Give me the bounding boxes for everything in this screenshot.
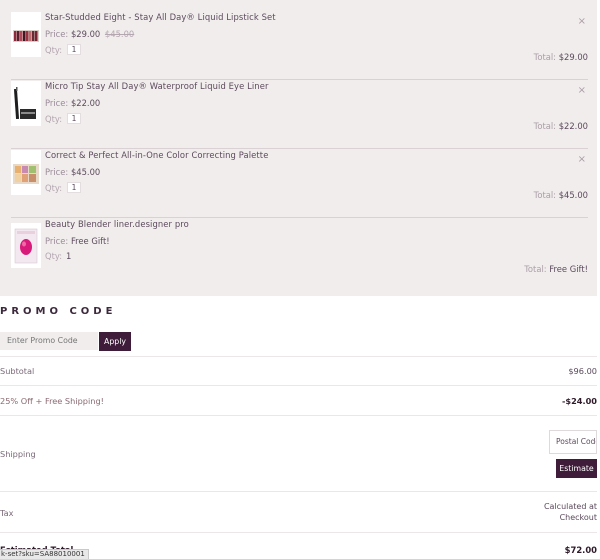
total-label: Total: xyxy=(524,264,547,274)
price-value: $29.00 xyxy=(70,29,101,39)
postal-code-input[interactable]: Postal Code xyxy=(549,430,597,454)
subtotal-label: Subtotal xyxy=(0,366,35,376)
promo-code-heading: PROMO CODE xyxy=(0,306,117,317)
tax-value-line: Calculated at xyxy=(543,502,597,511)
remove-item-button[interactable]: × xyxy=(578,17,586,27)
total-label: Total: xyxy=(533,52,557,62)
cart-item-gift: Beauty Blender liner.designer pro Price:… xyxy=(11,219,588,287)
price-value: Free Gift! xyxy=(70,236,110,246)
discount-value: -$24.00 xyxy=(562,396,597,406)
estimated-total-value: $72.00 xyxy=(564,545,597,555)
cart-item: Star-Studded Eight - Stay All Day® Liqui… xyxy=(11,12,588,80)
price-label: Price: xyxy=(45,236,69,246)
price-label: Price: xyxy=(45,98,69,108)
estimated-total-row: Estimated Total $72.00 xyxy=(0,532,597,559)
total-value: $29.00 xyxy=(558,52,588,62)
price-value: $22.00 xyxy=(70,98,101,108)
discount-label: 25% Off + Free Shipping! xyxy=(0,396,104,406)
price-row: Price: $45.00 xyxy=(45,167,100,177)
price-value: $45.00 xyxy=(70,167,101,177)
item-total: Total: $22.00 xyxy=(534,121,588,131)
product-name[interactable]: Beauty Blender liner.designer pro xyxy=(45,219,189,229)
beauty-blender-icon[interactable] xyxy=(11,223,41,268)
qty-row: Qty: 1 xyxy=(45,113,82,124)
subtotal-row: Subtotal $96.00 xyxy=(0,356,597,385)
tax-value-line: Checkout xyxy=(559,513,597,522)
cart-items-panel: Star-Studded Eight - Stay All Day® Liqui… xyxy=(0,0,597,296)
price-row: Price: $22.00 xyxy=(45,98,100,108)
lipstick-set-icon[interactable] xyxy=(11,12,41,57)
qty-label: Qty: xyxy=(45,251,63,261)
product-name[interactable]: Micro Tip Stay All Day® Waterproof Liqui… xyxy=(45,81,269,91)
original-price: $45.00 xyxy=(104,29,135,39)
quantity-input[interactable]: 1 xyxy=(67,44,82,55)
tax-label: Tax xyxy=(0,508,14,518)
qty-label: Qty: xyxy=(45,44,63,55)
qty-label: Qty: xyxy=(45,113,63,124)
item-total: Total: $29.00 xyxy=(534,52,588,62)
total-value: Free Gift! xyxy=(549,264,588,274)
cart-item: Correct & Perfect All-in-One Color Corre… xyxy=(11,150,588,218)
shipping-row: Shipping Postal Code Estimate xyxy=(0,415,597,491)
discount-row: 25% Off + Free Shipping! -$24.00 xyxy=(0,385,597,415)
shipping-label: Shipping xyxy=(0,449,36,459)
product-name[interactable]: Star-Studded Eight - Stay All Day® Liqui… xyxy=(45,12,276,22)
estimate-shipping-button[interactable]: Estimate xyxy=(556,459,597,478)
quantity-value: 1 xyxy=(66,251,72,261)
tax-value: Calculated at Checkout xyxy=(544,501,597,523)
qty-row: Qty: 1 xyxy=(45,251,71,261)
subtotal-value: $96.00 xyxy=(568,366,597,376)
status-bar-url: k-set?sku=SA88010001 xyxy=(0,549,89,559)
item-total: Total: Free Gift! xyxy=(524,264,588,274)
remove-item-button[interactable]: × xyxy=(578,155,586,165)
item-total: Total: $45.00 xyxy=(534,190,588,200)
qty-label: Qty: xyxy=(45,182,63,193)
total-value: $22.00 xyxy=(558,121,588,131)
remove-item-button[interactable]: × xyxy=(578,86,586,96)
price-row: Price: Free Gift! xyxy=(45,236,110,246)
eyeliner-icon[interactable] xyxy=(11,81,41,126)
price-label: Price: xyxy=(45,29,69,39)
total-label: Total: xyxy=(533,121,557,131)
promo-code-input[interactable] xyxy=(0,332,98,350)
tax-row: Tax Calculated at Checkout xyxy=(0,491,597,532)
cart-item: Micro Tip Stay All Day® Waterproof Liqui… xyxy=(11,81,588,149)
qty-row: Qty: 1 xyxy=(45,44,82,55)
total-label: Total: xyxy=(533,190,557,200)
price-row: Price: $29.00 $45.00 xyxy=(45,29,134,39)
quantity-input[interactable]: 1 xyxy=(67,113,82,124)
total-value: $45.00 xyxy=(558,190,588,200)
qty-row: Qty: 1 xyxy=(45,182,82,193)
product-name[interactable]: Correct & Perfect All-in-One Color Corre… xyxy=(45,150,268,160)
quantity-input[interactable]: 1 xyxy=(67,182,82,193)
palette-icon[interactable] xyxy=(11,150,41,195)
price-label: Price: xyxy=(45,167,69,177)
apply-promo-button[interactable]: Apply xyxy=(99,332,131,351)
